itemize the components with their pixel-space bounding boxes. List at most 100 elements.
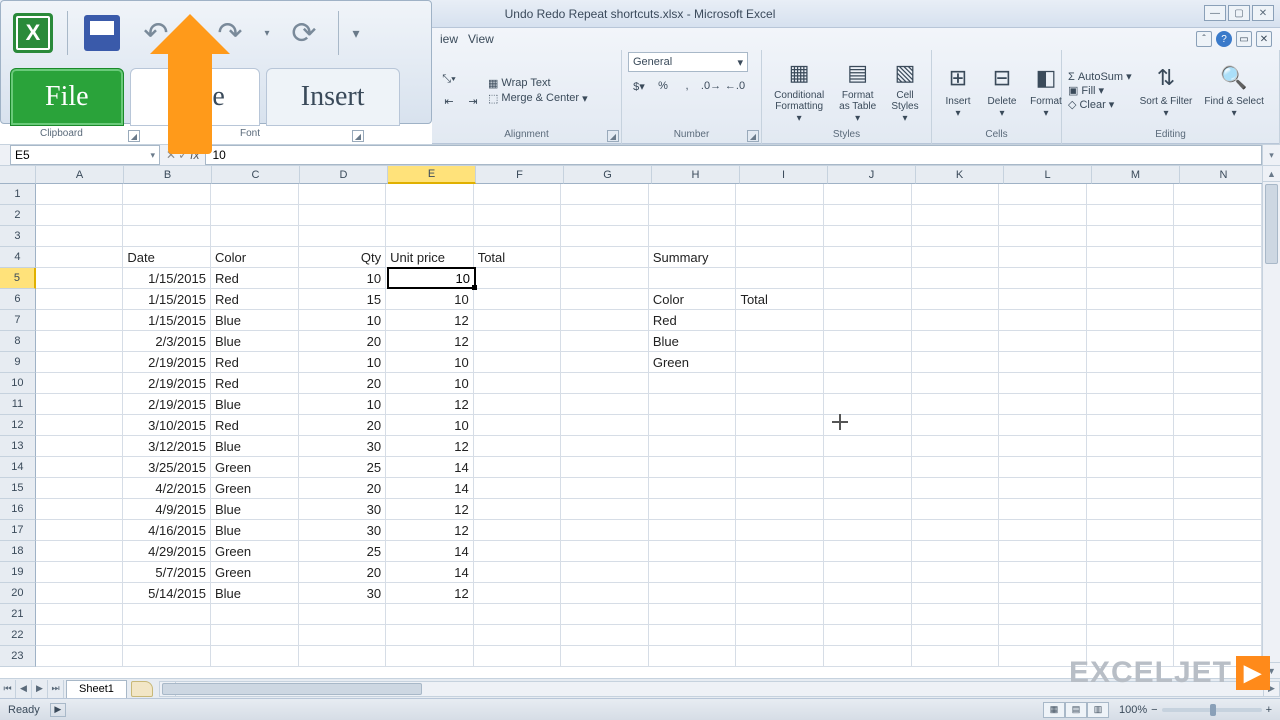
- cell-C23[interactable]: [211, 646, 299, 667]
- redo-dropdown[interactable]: ▾: [260, 28, 274, 39]
- cell-M16[interactable]: [1087, 499, 1175, 520]
- cell-J3[interactable]: [824, 226, 912, 247]
- cell-C2[interactable]: [211, 205, 299, 226]
- row-header-14[interactable]: 14: [0, 457, 36, 478]
- row-header-7[interactable]: 7: [0, 310, 36, 331]
- decrease-indent-button[interactable]: ⇤: [438, 92, 460, 112]
- cell-E13[interactable]: 12: [386, 436, 474, 457]
- select-all-button[interactable]: [0, 166, 36, 184]
- cell-K1[interactable]: [912, 184, 1000, 205]
- cell-D17[interactable]: 30: [299, 520, 387, 541]
- cell-E18[interactable]: 14: [386, 541, 474, 562]
- cell-D18[interactable]: 25: [299, 541, 387, 562]
- cell-B13[interactable]: 3/12/2015: [123, 436, 211, 457]
- cell-E3[interactable]: [386, 226, 474, 247]
- cell-B1[interactable]: [123, 184, 211, 205]
- cell-F2[interactable]: [474, 205, 562, 226]
- cell-A8[interactable]: [36, 331, 124, 352]
- cell-N18[interactable]: [1174, 541, 1262, 562]
- cell-E7[interactable]: 12: [386, 310, 474, 331]
- cell-K23[interactable]: [912, 646, 1000, 667]
- row-header-3[interactable]: 3: [0, 226, 36, 247]
- cell-J10[interactable]: [824, 373, 912, 394]
- page-break-view-button[interactable]: ▥: [1087, 702, 1109, 718]
- cell-D11[interactable]: 10: [299, 394, 387, 415]
- cell-E4[interactable]: Unit price: [386, 247, 474, 268]
- row-header-15[interactable]: 15: [0, 478, 36, 499]
- vscroll-thumb[interactable]: [1265, 184, 1278, 264]
- cell-K17[interactable]: [912, 520, 1000, 541]
- cell-L1[interactable]: [999, 184, 1087, 205]
- cell-J2[interactable]: [824, 205, 912, 226]
- cell-C13[interactable]: Blue: [211, 436, 299, 457]
- cell-styles-button[interactable]: ▧Cell Styles▾: [885, 55, 925, 126]
- cell-M17[interactable]: [1087, 520, 1175, 541]
- cell-M1[interactable]: [1087, 184, 1175, 205]
- cell-M9[interactable]: [1087, 352, 1175, 373]
- cell-H18[interactable]: [649, 541, 737, 562]
- cell-J6[interactable]: [824, 289, 912, 310]
- cell-C16[interactable]: Blue: [211, 499, 299, 520]
- cell-M22[interactable]: [1087, 625, 1175, 646]
- insert-cells-button[interactable]: ⊞Insert▾: [938, 61, 978, 121]
- cell-D2[interactable]: [299, 205, 387, 226]
- cell-E21[interactable]: [386, 604, 474, 625]
- cell-A18[interactable]: [36, 541, 124, 562]
- cell-C17[interactable]: Blue: [211, 520, 299, 541]
- cell-E22[interactable]: [386, 625, 474, 646]
- cell-G14[interactable]: [561, 457, 649, 478]
- cell-A3[interactable]: [36, 226, 124, 247]
- cell-N22[interactable]: [1174, 625, 1262, 646]
- row-header-13[interactable]: 13: [0, 436, 36, 457]
- cell-D23[interactable]: [299, 646, 387, 667]
- cell-L22[interactable]: [999, 625, 1087, 646]
- cell-A12[interactable]: [36, 415, 124, 436]
- wrap-text-button[interactable]: ▦ Wrap Text: [488, 77, 588, 90]
- fill-button[interactable]: ▣ Fill ▾: [1068, 84, 1132, 97]
- cell-B22[interactable]: [123, 625, 211, 646]
- cell-F10[interactable]: [474, 373, 562, 394]
- cell-A9[interactable]: [36, 352, 124, 373]
- cell-D10[interactable]: 20: [299, 373, 387, 394]
- cell-G16[interactable]: [561, 499, 649, 520]
- sheet-tab[interactable]: Sheet1: [66, 680, 127, 698]
- cell-D20[interactable]: 30: [299, 583, 387, 604]
- cell-L18[interactable]: [999, 541, 1087, 562]
- cell-E11[interactable]: 12: [386, 394, 474, 415]
- cell-D8[interactable]: 20: [299, 331, 387, 352]
- cell-F17[interactable]: [474, 520, 562, 541]
- cell-M8[interactable]: [1087, 331, 1175, 352]
- cell-M19[interactable]: [1087, 562, 1175, 583]
- cell-H10[interactable]: [649, 373, 737, 394]
- cell-D3[interactable]: [299, 226, 387, 247]
- zoom-slider[interactable]: [1162, 708, 1262, 712]
- cell-F21[interactable]: [474, 604, 562, 625]
- help-icon[interactable]: ?: [1216, 31, 1232, 47]
- cell-H3[interactable]: [649, 226, 737, 247]
- cell-B14[interactable]: 3/25/2015: [123, 457, 211, 478]
- cell-E2[interactable]: [386, 205, 474, 226]
- cell-D15[interactable]: 20: [299, 478, 387, 499]
- cell-G19[interactable]: [561, 562, 649, 583]
- cell-G10[interactable]: [561, 373, 649, 394]
- cell-I19[interactable]: [736, 562, 824, 583]
- row-header-23[interactable]: 23: [0, 646, 36, 667]
- cell-I20[interactable]: [736, 583, 824, 604]
- cell-E19[interactable]: 14: [386, 562, 474, 583]
- cell-N20[interactable]: [1174, 583, 1262, 604]
- cell-K14[interactable]: [912, 457, 1000, 478]
- format-as-table-button[interactable]: ▤Format as Table▾: [834, 55, 881, 126]
- cell-N10[interactable]: [1174, 373, 1262, 394]
- cell-I2[interactable]: [736, 205, 824, 226]
- scroll-down-button[interactable]: ▼: [1263, 662, 1280, 678]
- cell-C4[interactable]: Color: [211, 247, 299, 268]
- cell-L10[interactable]: [999, 373, 1087, 394]
- cell-M13[interactable]: [1087, 436, 1175, 457]
- cell-A21[interactable]: [36, 604, 124, 625]
- cell-L21[interactable]: [999, 604, 1087, 625]
- cell-C8[interactable]: Blue: [211, 331, 299, 352]
- cell-B19[interactable]: 5/7/2015: [123, 562, 211, 583]
- cell-M15[interactable]: [1087, 478, 1175, 499]
- cell-H14[interactable]: [649, 457, 737, 478]
- cell-G2[interactable]: [561, 205, 649, 226]
